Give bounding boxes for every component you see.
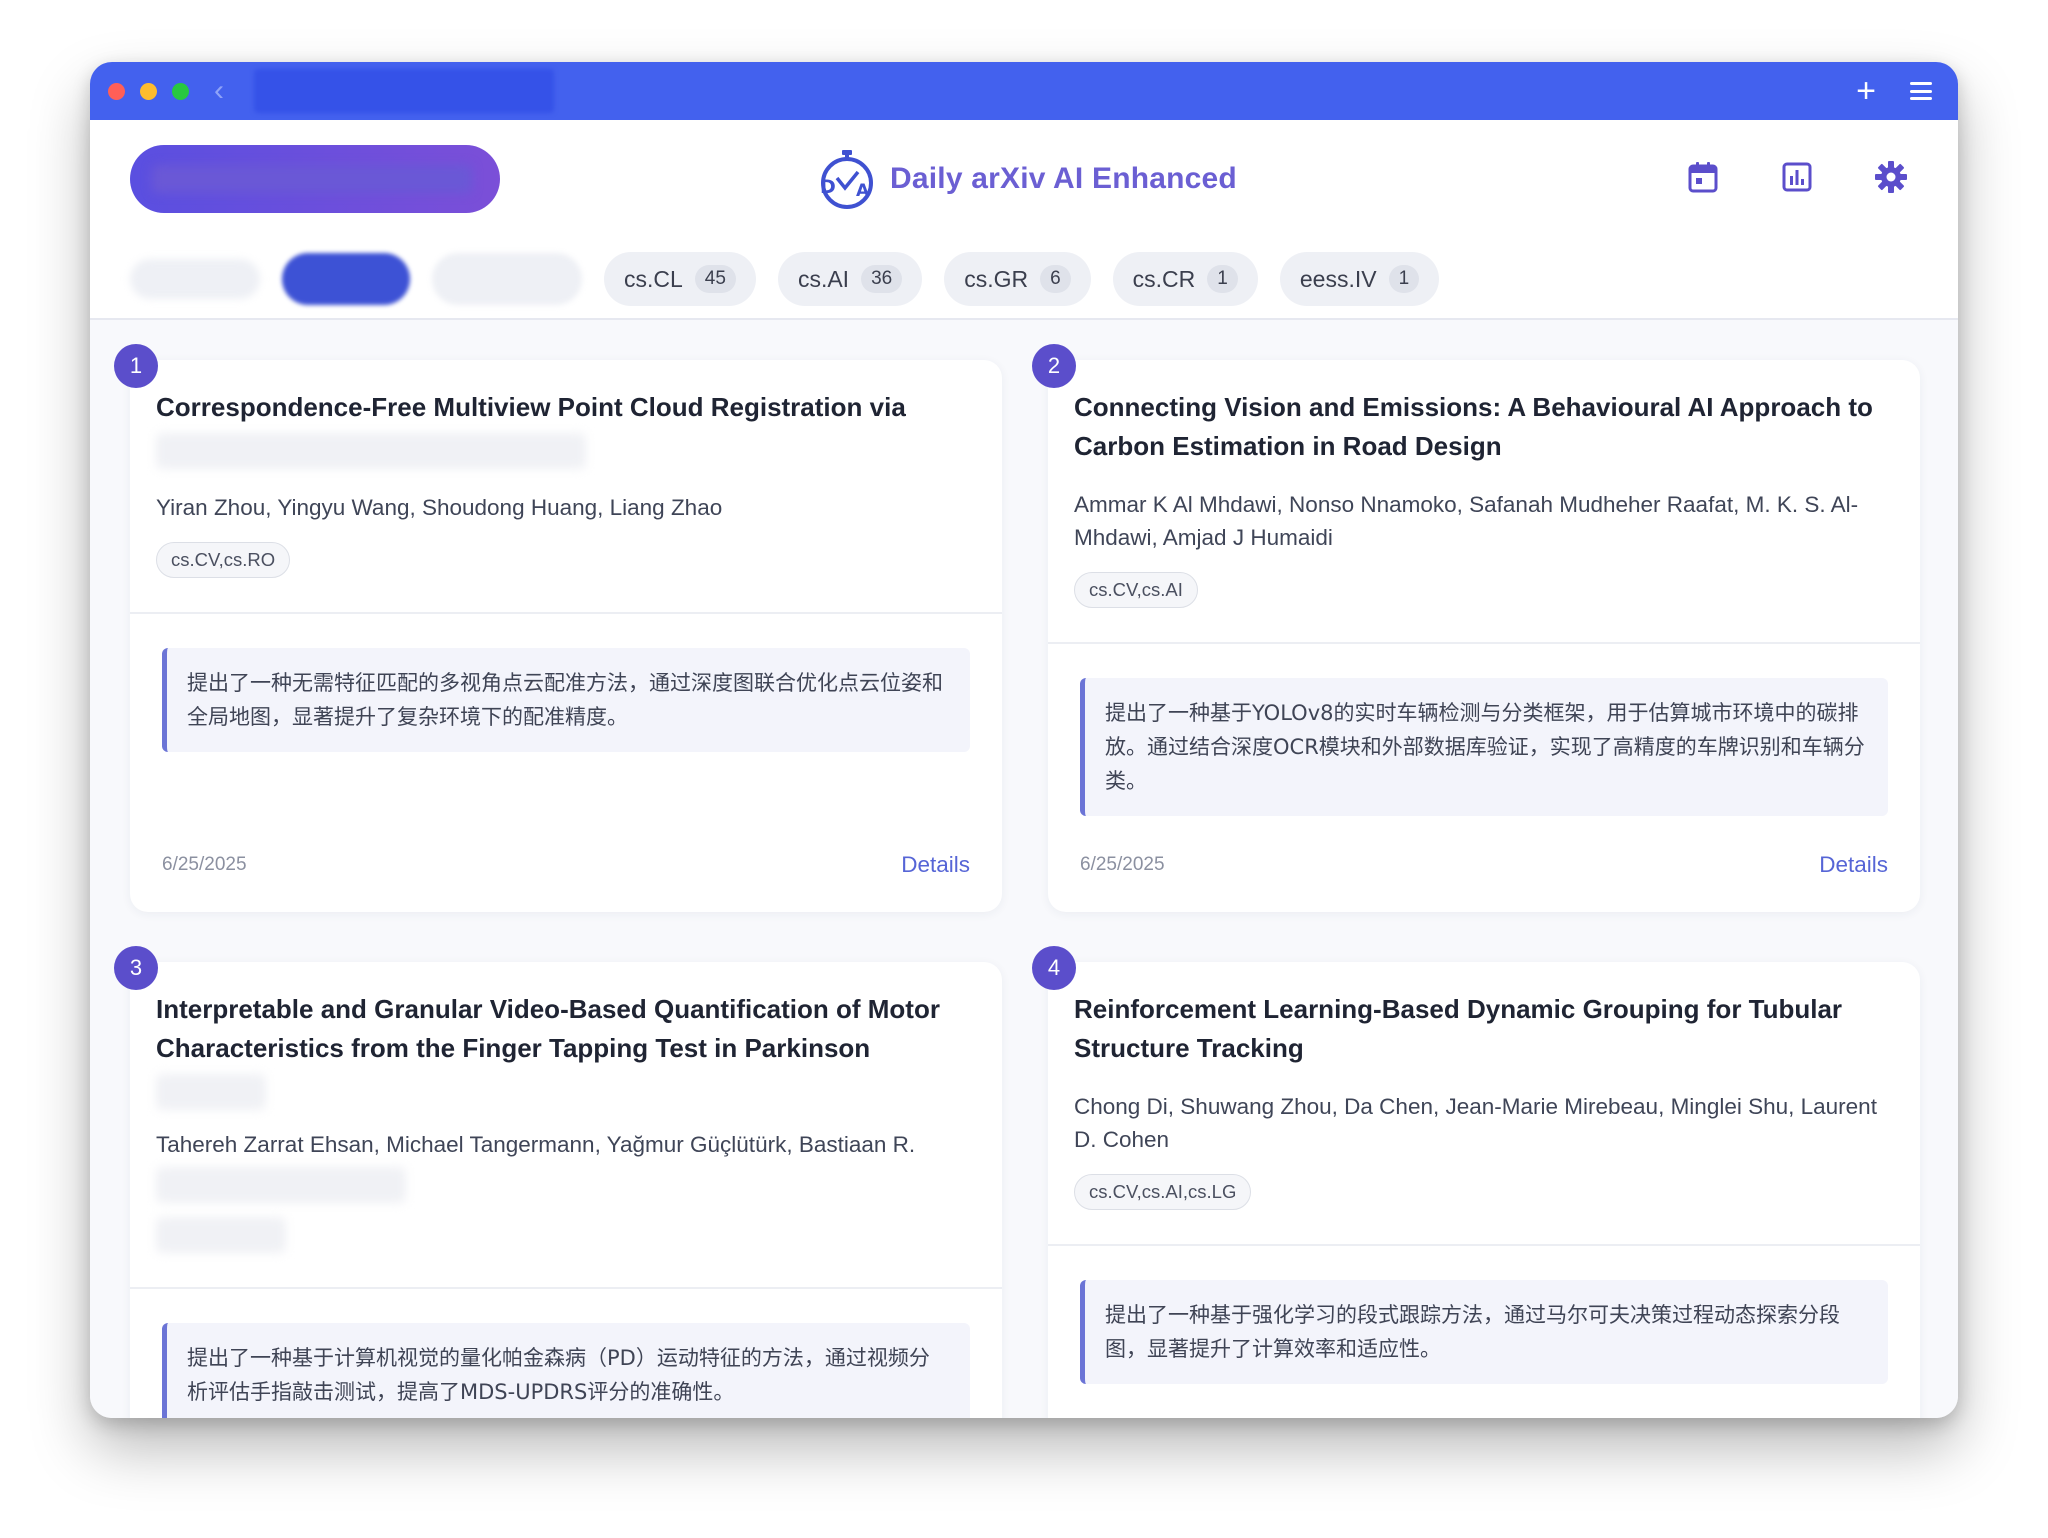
paper-summary: 提出了一种基于强化学习的段式跟踪方法，通过马尔可夫决策过程动态探索分段图，显著提…: [1080, 1280, 1888, 1384]
paper-authors: Tahereh Zarrat Ehsan, Michael Tangermann…: [156, 1132, 916, 1157]
menu-icon[interactable]: [1910, 82, 1932, 100]
divider: [1048, 642, 1920, 644]
tab-label: cs.CL: [624, 265, 683, 292]
tab-count: 45: [694, 265, 736, 293]
paper-card: 3 Interpretable and Granular Video-Based…: [114, 946, 1002, 1418]
svg-text:A: A: [856, 181, 870, 201]
title-redacted: [156, 1074, 266, 1110]
paper-date: 6/25/2025: [162, 854, 247, 875]
maximize-window-button[interactable]: [172, 82, 189, 100]
tags-redacted: [156, 1217, 286, 1253]
brand: D A Daily arXiv AI Enhanced: [818, 148, 1237, 210]
title-redacted: [156, 433, 586, 469]
app-title: Daily arXiv AI Enhanced: [890, 162, 1237, 195]
category-tabs: cs.CL 45 cs.AI 36 cs.GR 6 cs.CR 1 eess.I…: [90, 240, 1958, 320]
authors-redacted: [156, 1167, 406, 1203]
tab-active-redacted[interactable]: [282, 253, 410, 305]
tab-label: cs.AI: [797, 265, 850, 292]
logo-icon: D A: [820, 150, 873, 209]
paper-number-badge: 3: [114, 946, 158, 990]
address-bar[interactable]: [254, 69, 554, 113]
browser-window: ‹ + D A Daily arXiv AI Enhanced cs.CL 45…: [90, 62, 1958, 1418]
paper-card: 2 Connecting Vision and Emissions: A Beh…: [1032, 344, 1920, 912]
paper-date: 6/25/2025: [1080, 854, 1165, 875]
divider: [130, 1287, 1002, 1289]
close-window-button[interactable]: [108, 82, 125, 100]
tab-cs-gr[interactable]: cs.GR 6: [944, 252, 1091, 306]
calendar-icon[interactable]: [1686, 160, 1720, 194]
tab-label: cs.CR: [1132, 265, 1196, 292]
paper-summary: 提出了一种基于计算机视觉的量化帕金森病（PD）运动特征的方法，通过视频分析评估手…: [162, 1323, 970, 1418]
paper-grid: 1 Correspondence-Free Multiview Point Cl…: [90, 320, 1958, 1418]
tab-cs-cr[interactable]: cs.CR 1: [1112, 252, 1258, 306]
category-tag: cs.CV,cs.AI,cs.LG: [1074, 1174, 1252, 1210]
bar-chart-icon[interactable]: [1780, 160, 1814, 194]
paper-card: 4 Reinforcement Learning-Based Dynamic G…: [1032, 946, 1920, 1418]
tab-count: 36: [861, 265, 903, 293]
category-tag: cs.CV,cs.RO: [156, 542, 291, 578]
paper-number-badge: 4: [1032, 946, 1076, 990]
titlebar: ‹ +: [90, 62, 1958, 120]
tab-label: cs.GR: [964, 265, 1029, 292]
plus-icon[interactable]: +: [1856, 74, 1876, 108]
paper-summary: 提出了一种基于YOLOv8的实时车辆检测与分类框架，用于估算城市环境中的碳排放。…: [1080, 678, 1888, 816]
search-input[interactable]: [130, 145, 500, 213]
gear-icon[interactable]: [1874, 160, 1908, 194]
tab-cs-cl[interactable]: cs.CL 45: [604, 252, 756, 306]
minimize-window-button[interactable]: [140, 82, 157, 100]
category-tag: cs.CV,cs.AI: [1074, 572, 1198, 608]
tab-count: 1: [1207, 265, 1238, 293]
divider: [130, 612, 1002, 614]
paper-authors: Yiran Zhou, Yingyu Wang, Shoudong Huang,…: [156, 495, 723, 520]
tab-count: 1: [1388, 265, 1420, 293]
paper-summary: 提出了一种无需特征匹配的多视角点云配准方法，通过深度图联合优化点云位姿和全局地图…: [162, 648, 970, 752]
paper-card: 1 Correspondence-Free Multiview Point Cl…: [114, 344, 1002, 912]
tab-redacted[interactable]: [432, 253, 582, 305]
tab-cs-ai[interactable]: cs.AI 36: [777, 252, 923, 306]
svg-text:D: D: [820, 176, 836, 198]
details-link[interactable]: Details: [901, 852, 970, 878]
divider: [1048, 1244, 1920, 1246]
paper-title[interactable]: Interpretable and Granular Video-Based Q…: [156, 990, 976, 1068]
paper-title[interactable]: Reinforcement Learning-Based Dynamic Gro…: [1074, 990, 1894, 1068]
tab-eess-iv[interactable]: eess.IV 1: [1279, 252, 1440, 306]
paper-title[interactable]: Correspondence-Free Multiview Point Clou…: [156, 388, 976, 427]
tab-count: 6: [1040, 265, 1071, 293]
paper-authors: Ammar K Al Mhdawi, Nonso Nnamoko, Safana…: [1074, 492, 1859, 550]
details-link[interactable]: Details: [1819, 852, 1888, 878]
chevron-left-icon[interactable]: ‹: [214, 76, 224, 106]
tab-label: eess.IV: [1299, 265, 1377, 292]
app-header: D A Daily arXiv AI Enhanced: [90, 120, 1958, 240]
paper-title[interactable]: Connecting Vision and Emissions: A Behav…: [1074, 388, 1894, 466]
tab-redacted[interactable]: [130, 259, 260, 299]
paper-number-badge: 1: [114, 344, 158, 388]
paper-authors: Chong Di, Shuwang Zhou, Da Chen, Jean-Ma…: [1074, 1094, 1877, 1152]
paper-number-badge: 2: [1032, 344, 1076, 388]
